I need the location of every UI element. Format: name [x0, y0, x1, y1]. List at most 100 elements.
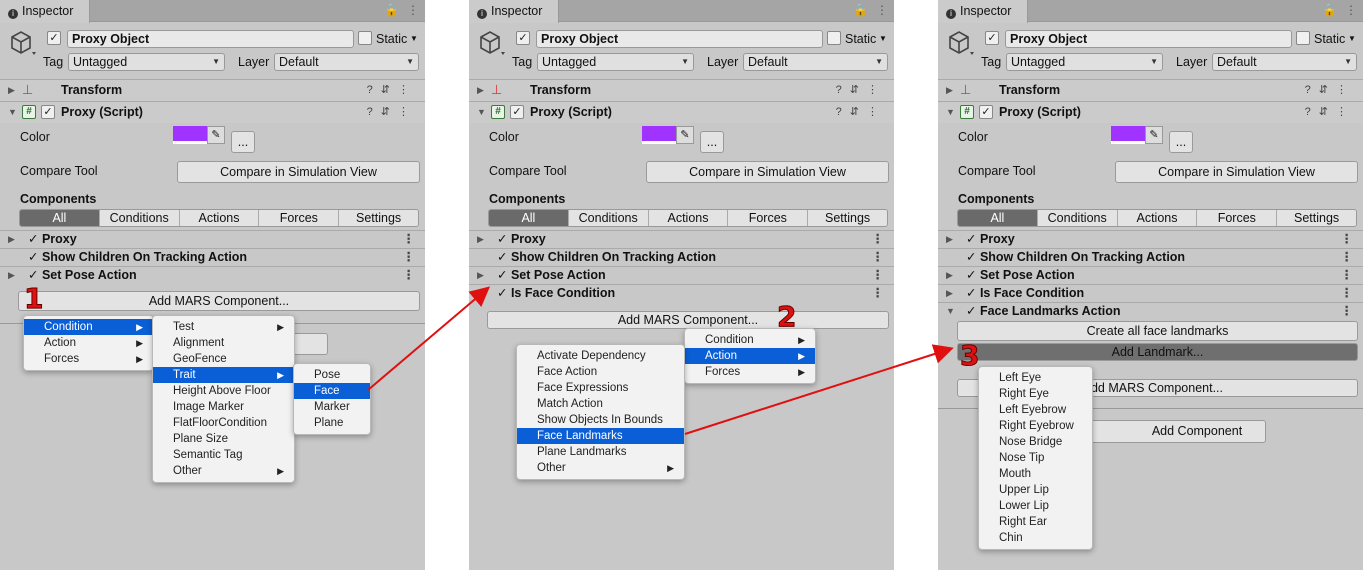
component-menu-icon[interactable]: ⋮ [1341, 303, 1354, 320]
section-controls[interactable]: ?⇵⋮ [367, 83, 417, 96]
menu-item-test[interactable]: Test ▶ [153, 319, 294, 335]
filter-tab-actions[interactable]: Actions [648, 210, 729, 226]
menu-item-show-objects-in-bounds[interactable]: Show Objects In Bounds [517, 412, 684, 428]
menu-item-image-marker[interactable]: Image Marker [153, 399, 294, 415]
inspector-tab[interactable]: i Inspector [469, 0, 559, 23]
section-controls[interactable]: ?⇵⋮ [836, 105, 886, 118]
menu-item-mouth[interactable]: Mouth [979, 466, 1092, 482]
menu-item-right-eye[interactable]: Right Eye [979, 386, 1092, 402]
component-row[interactable]: ▶ ✓ Proxy ⋮ [0, 230, 425, 248]
fold-arrow-icon[interactable]: ▼ [946, 107, 955, 117]
menu-item-trait[interactable]: Trait ▶ [153, 367, 294, 383]
script-section[interactable]: ▼ # ✓ Proxy (Script) ?⇵⋮ [938, 101, 1363, 123]
add-mars-component-button[interactable]: Add MARS Component... [487, 311, 889, 329]
compare-button[interactable]: Compare in Simulation View [177, 161, 420, 183]
filter-tab-actions[interactable]: Actions [179, 210, 260, 226]
layer-dropdown[interactable]: Default [274, 53, 419, 71]
menu-item-forces[interactable]: Forces ▶ [24, 351, 153, 367]
script-enabled-checkbox[interactable]: ✓ [979, 105, 993, 119]
component-row[interactable]: ▶ ✓ Set Pose Action ⋮ [0, 266, 425, 284]
tag-dropdown[interactable]: Untagged [68, 53, 225, 71]
color-more-button[interactable]: ... [700, 131, 724, 153]
layer-dropdown[interactable]: Default [743, 53, 888, 71]
component-row[interactable]: ▶ ✓ Set Pose Action ⋮ [938, 266, 1363, 284]
more-icon[interactable]: ⋮ [1345, 3, 1357, 17]
active-checkbox[interactable]: ✓ [47, 31, 61, 45]
fold-arrow-icon[interactable]: ▶ [477, 285, 484, 302]
fold-arrow-icon[interactable]: ▼ [946, 303, 955, 320]
active-checkbox[interactable]: ✓ [985, 31, 999, 45]
menu-item-condition[interactable]: Condition ▶ [685, 332, 815, 348]
filter-tab-forces[interactable]: Forces [728, 210, 809, 226]
filter-tab-conditions[interactable]: Conditions [1037, 210, 1118, 226]
menu-item-nose-bridge[interactable]: Nose Bridge [979, 434, 1092, 450]
inspector-tab[interactable]: i Inspector [938, 0, 1028, 23]
static-checkbox[interactable] [1296, 31, 1310, 45]
color-more-button[interactable]: ... [231, 131, 255, 153]
filter-tab-conditions[interactable]: Conditions [99, 210, 180, 226]
fold-arrow-icon[interactable]: ▶ [946, 85, 953, 96]
filter-tab-actions[interactable]: Actions [1117, 210, 1198, 226]
component-row[interactable]: ▼ ✓ Face Landmarks Action ⋮ [938, 302, 1363, 320]
more-icon[interactable]: ⋮ [407, 3, 419, 17]
color-swatch[interactable] [1111, 126, 1145, 144]
menu-item-marker[interactable]: Marker [294, 399, 370, 415]
menu-item-right-ear[interactable]: Right Ear [979, 514, 1092, 530]
filter-tab-settings[interactable]: Settings [339, 210, 418, 226]
section-controls[interactable]: ?⇵⋮ [1305, 83, 1355, 96]
component-row[interactable]: ▶ ✓ Is Face Condition ⋮ [469, 284, 894, 302]
component-menu-icon[interactable]: ⋮ [1341, 231, 1354, 248]
section-controls[interactable]: ?⇵⋮ [367, 105, 417, 118]
fold-arrow-icon[interactable]: ▶ [946, 267, 953, 284]
menu-item-activate-dependency[interactable]: Activate Dependency [517, 348, 684, 364]
more-icon[interactable]: ⋮ [876, 3, 888, 17]
fold-arrow-icon[interactable]: ▼ [8, 107, 17, 117]
menu-item-plane-landmarks[interactable]: Plane Landmarks [517, 444, 684, 460]
eyedropper-icon[interactable]: ✎ [207, 126, 225, 144]
menu-item-match-action[interactable]: Match Action [517, 396, 684, 412]
static-checkbox[interactable] [827, 31, 841, 45]
transform-section[interactable]: ▶ ⊥ Transform ?⇵⋮ [938, 79, 1363, 101]
menu-item-condition[interactable]: Condition ▶ [24, 319, 153, 335]
component-row[interactable]: ✓ Show Children On Tracking Action ⋮ [0, 248, 425, 266]
add-landmark-button[interactable]: Add Landmark... [957, 343, 1358, 361]
filter-tab-all[interactable]: All [489, 210, 569, 226]
eyedropper-icon[interactable]: ✎ [1145, 126, 1163, 144]
script-enabled-checkbox[interactable]: ✓ [510, 105, 524, 119]
transform-section[interactable]: ▶ ⊥ Transform ?⇵⋮ [469, 79, 894, 101]
filter-tab-forces[interactable]: Forces [259, 210, 340, 226]
menu-item-action[interactable]: Action ▶ [24, 335, 153, 351]
menu-item-plane-size[interactable]: Plane Size [153, 431, 294, 447]
menu-item-lower-lip[interactable]: Lower Lip [979, 498, 1092, 514]
object-name-field[interactable]: Proxy Object [67, 30, 354, 48]
component-row[interactable]: ▶ ✓ Set Pose Action ⋮ [469, 266, 894, 284]
menu-item-plane[interactable]: Plane [294, 415, 370, 431]
menu-item-alignment[interactable]: Alignment [153, 335, 294, 351]
fold-arrow-icon[interactable]: ▶ [8, 267, 15, 284]
component-row[interactable]: ✓ Show Children On Tracking Action ⋮ [938, 248, 1363, 266]
menu-item-semantic-tag[interactable]: Semantic Tag [153, 447, 294, 463]
component-row[interactable]: ▶ ✓ Proxy ⋮ [938, 230, 1363, 248]
color-swatch[interactable] [173, 126, 207, 144]
component-menu-icon[interactable]: ⋮ [403, 267, 416, 284]
filter-tab-settings[interactable]: Settings [808, 210, 887, 226]
fold-arrow-icon[interactable]: ▶ [8, 231, 15, 248]
section-controls[interactable]: ?⇵⋮ [1305, 105, 1355, 118]
component-menu-icon[interactable]: ⋮ [1341, 285, 1354, 302]
lock-icon[interactable]: 🔒 [1322, 3, 1337, 17]
menu-item-flatfloor[interactable]: FlatFloorCondition [153, 415, 294, 431]
fold-arrow-icon[interactable]: ▶ [946, 285, 953, 302]
menu-item-right-eyebrow[interactable]: Right Eyebrow [979, 418, 1092, 434]
lock-icon[interactable]: 🔒 [384, 3, 399, 17]
inspector-tab[interactable]: i Inspector [0, 0, 90, 23]
object-name-field[interactable]: Proxy Object [536, 30, 823, 48]
filter-tab-forces[interactable]: Forces [1197, 210, 1278, 226]
component-row[interactable]: ▶ ✓ Proxy ⋮ [469, 230, 894, 248]
filter-tab-all[interactable]: All [20, 210, 100, 226]
transform-section[interactable]: ▶ ⊥ Transform ?⇵⋮ [0, 79, 425, 101]
component-menu-icon[interactable]: ⋮ [872, 249, 885, 266]
create-all-face-landmarks-button[interactable]: Create all face landmarks [957, 321, 1358, 341]
fold-arrow-icon[interactable]: ▶ [477, 85, 484, 96]
static-dropdown-arrow[interactable]: ▼ [879, 31, 887, 47]
color-swatch[interactable] [642, 126, 676, 144]
